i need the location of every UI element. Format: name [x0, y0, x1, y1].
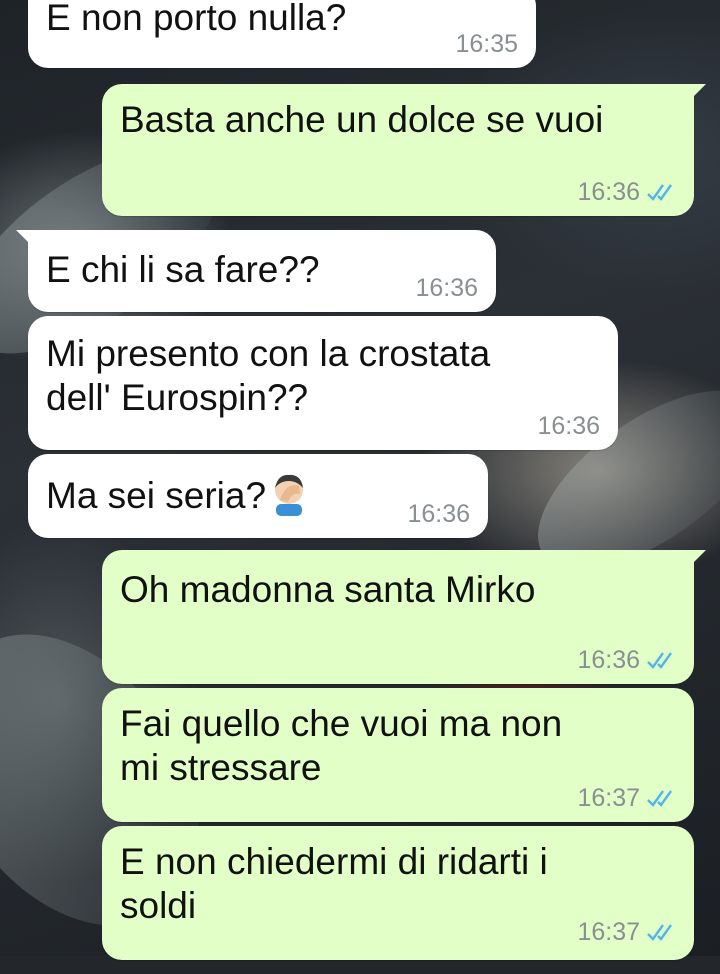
incoming-message[interactable]: E non porto nulla? 16:35: [28, 0, 536, 68]
timestamp: 16:36: [537, 412, 600, 440]
message-time: 16:35: [455, 30, 518, 58]
message-text: Ma sei seria?: [46, 470, 470, 518]
message-text: E non chiedermi di ridarti i soldi: [120, 841, 548, 926]
message-time: 16:37: [577, 784, 676, 812]
outgoing-message[interactable]: E non chiedermi di ridarti i soldi 16:37: [102, 826, 694, 960]
outgoing-message[interactable]: Basta anche un dolce se vuoi 16:36: [102, 84, 706, 216]
man-facepalming-emoji: [275, 474, 304, 516]
message-time: 16:36: [577, 178, 676, 206]
message-list[interactable]: E non porto nulla? 16:35 Basta anche un …: [0, 0, 720, 960]
timestamp: 16:36: [577, 646, 640, 674]
bubble-tail: [690, 550, 706, 566]
message-time: 16:36: [415, 274, 478, 302]
double-check-icon: [647, 790, 672, 807]
outgoing-message[interactable]: Oh madonna santa Mirko 16:36: [102, 550, 706, 684]
double-check-icon: [647, 924, 672, 941]
message-text: Fai quello che vuoi ma non mi stressare: [120, 703, 563, 788]
timestamp: 16:36: [407, 500, 470, 528]
message-time: 16:36: [407, 500, 470, 528]
message-time: 16:36: [537, 412, 600, 440]
timestamp: 16:35: [455, 30, 518, 58]
incoming-message[interactable]: Mi presento con la crostata dell' Eurosp…: [28, 316, 618, 450]
message-time: 16:36: [577, 646, 676, 674]
timestamp: 16:36: [577, 178, 640, 206]
message-text: Basta anche un dolce se vuoi: [120, 99, 604, 140]
outgoing-message[interactable]: Fai quello che vuoi ma non mi stressare …: [102, 688, 694, 822]
incoming-message[interactable]: E chi li sa fare?? 16:36: [16, 230, 496, 312]
double-check-icon: [647, 652, 672, 669]
incoming-message[interactable]: Ma sei seria? 16:36: [28, 454, 488, 538]
message-text: E chi li sa fare??: [46, 249, 320, 290]
message-time: 16:37: [577, 918, 676, 946]
timestamp: 16:37: [577, 784, 640, 812]
message-text-content: Ma sei seria?: [46, 475, 267, 516]
timestamp: 16:37: [577, 918, 640, 946]
message-text: Mi presento con la crostata dell' Eurosp…: [46, 333, 491, 418]
timestamp: 16:36: [415, 274, 478, 302]
double-check-icon: [647, 184, 672, 201]
bubble-tail: [16, 230, 32, 246]
bubble-tail: [690, 84, 706, 100]
message-text: Oh madonna santa Mirko: [120, 569, 536, 610]
message-text: E non porto nulla?: [46, 0, 347, 38]
